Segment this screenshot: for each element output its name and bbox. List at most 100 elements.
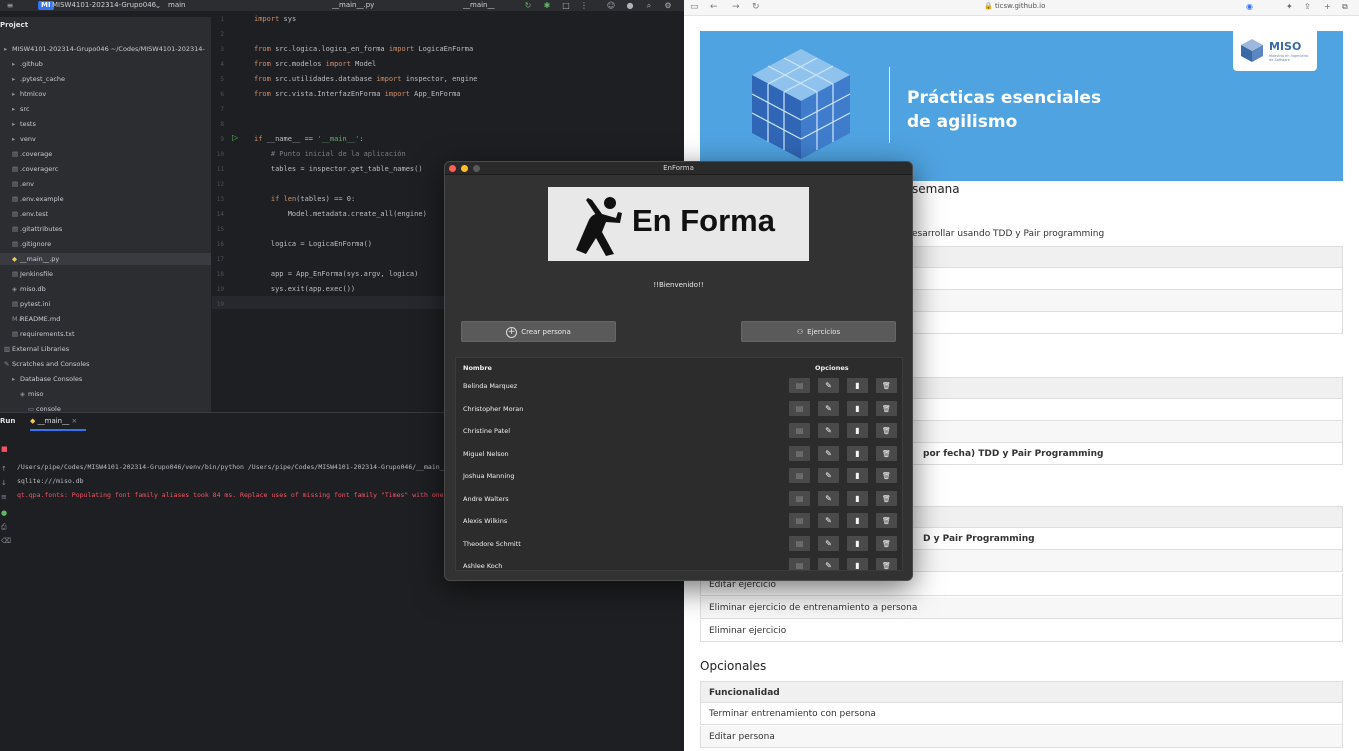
trash-button[interactable]: 🗑 bbox=[876, 513, 897, 528]
user-icon[interactable]: ☺ bbox=[605, 0, 617, 11]
project-selector[interactable]: MISW4101-202314-Grupo046 bbox=[52, 0, 156, 11]
code-line: if len(tables) == 0: bbox=[270, 195, 356, 203]
share-icon[interactable]: ⇪ bbox=[1304, 2, 1311, 11]
delete-training-button[interactable]: ▮ bbox=[847, 535, 868, 551]
edit-button[interactable]: ✎ bbox=[818, 535, 839, 551]
tree-item[interactable]: ▤ .gitignore bbox=[12, 238, 51, 250]
search-icon[interactable]: ⌕ bbox=[643, 0, 655, 11]
back-icon[interactable]: ← bbox=[710, 2, 718, 12]
exercises-button[interactable]: ⚇ Ejercicios bbox=[741, 321, 896, 342]
edit-button[interactable]: ✎ bbox=[818, 490, 839, 506]
tree-item[interactable]: ▤ requirements.txt bbox=[12, 328, 75, 340]
print-icon[interactable]: ⎙ bbox=[1, 523, 7, 532]
trash-button[interactable]: 🗑 bbox=[876, 423, 897, 438]
tree-item[interactable]: ▸ .github bbox=[12, 58, 43, 70]
tree-item[interactable]: ▸ MISW4101-202314-Grupo046 ~/Codes/MISW41… bbox=[4, 43, 205, 55]
trash-button[interactable]: 🗑 bbox=[876, 535, 897, 551]
rerun-icon[interactable]: ↻ bbox=[522, 0, 534, 11]
delete-training-button[interactable]: ▮ bbox=[847, 490, 868, 506]
report-button[interactable]: ▤ bbox=[789, 378, 810, 393]
trash-icon[interactable]: ⌫ bbox=[1, 537, 11, 545]
report-button[interactable]: ▤ bbox=[789, 468, 810, 483]
code-line: tables = inspector.get_table_names() bbox=[254, 165, 423, 173]
tree-item[interactable]: ▸ htmlcov bbox=[12, 88, 46, 100]
plugin-icon[interactable]: ● bbox=[624, 0, 636, 11]
app-titlebar[interactable]: EnForma bbox=[445, 162, 912, 175]
sidebar-toggle-icon[interactable]: ▭ bbox=[690, 2, 699, 12]
report-button[interactable]: ▤ bbox=[789, 513, 810, 528]
tree-item[interactable]: ▤ pytest.ini bbox=[12, 298, 50, 310]
report-button[interactable]: ▤ bbox=[789, 490, 810, 506]
delete-training-button[interactable]: ▮ bbox=[847, 378, 868, 393]
branch-selector[interactable]: main bbox=[168, 0, 186, 11]
menu-icon[interactable]: ≡ bbox=[4, 0, 16, 11]
edit-button[interactable]: ✎ bbox=[818, 558, 839, 570]
edit-button[interactable]: ✎ bbox=[818, 468, 839, 483]
stop-icon[interactable]: ■ bbox=[1, 445, 8, 453]
report-button[interactable]: ▤ bbox=[789, 445, 810, 461]
trash-button[interactable]: 🗑 bbox=[876, 400, 897, 416]
tree-item[interactable]: ◆ __main__.py bbox=[0, 253, 211, 265]
tree-item[interactable]: ▤ .env.example bbox=[12, 193, 64, 205]
edit-button[interactable]: ✎ bbox=[818, 378, 839, 393]
tree-item[interactable]: ◈ miso bbox=[20, 388, 44, 400]
close-icon[interactable]: × bbox=[71, 417, 77, 425]
tree-item[interactable]: ◈ miso.db bbox=[12, 283, 46, 295]
create-person-button[interactable]: + Crear persona bbox=[461, 321, 616, 342]
trash-button[interactable]: 🗑 bbox=[876, 378, 897, 393]
editor-tab-main[interactable]: __main__.py bbox=[332, 0, 374, 11]
forward-icon[interactable]: → bbox=[732, 2, 740, 12]
settings-icon[interactable]: ⚙ bbox=[662, 0, 674, 11]
run-config-selector[interactable]: __main__ bbox=[463, 0, 495, 11]
tree-item[interactable]: ▤ .env.test bbox=[12, 208, 48, 220]
trash-button[interactable]: 🗑 bbox=[876, 490, 897, 506]
delete-training-button[interactable]: ▮ bbox=[847, 558, 868, 570]
report-button[interactable]: ▤ bbox=[789, 400, 810, 416]
debug-icon[interactable]: ✱ bbox=[541, 0, 553, 11]
browser-toolbar: ▭ ← → ↻ 🔒 ticsw.github.io ◉ ✦ ⇪ + ⧉ bbox=[684, 0, 1359, 16]
scroll-up-icon[interactable]: ↑ bbox=[1, 465, 7, 473]
tree-item[interactable]: M↓README.md bbox=[12, 313, 60, 325]
report-button[interactable]: ▤ bbox=[789, 423, 810, 438]
edit-button[interactable]: ✎ bbox=[818, 513, 839, 528]
report-button[interactable]: ▤ bbox=[789, 535, 810, 551]
delete-training-button[interactable]: ▮ bbox=[847, 445, 868, 461]
reload-icon[interactable]: ↻ bbox=[752, 2, 760, 12]
edit-button[interactable]: ✎ bbox=[818, 400, 839, 416]
tree-item[interactable]: ▸ tests bbox=[12, 118, 36, 130]
delete-training-button[interactable]: ▮ bbox=[847, 468, 868, 483]
person-name: Alexis Wilkins bbox=[463, 517, 508, 525]
tree-item[interactable]: ▤ .coveragerc bbox=[12, 163, 58, 175]
tree-item[interactable]: ▸ .pytest_cache bbox=[12, 73, 65, 85]
tree-item[interactable]: ✎ Scratches and Consoles bbox=[4, 358, 90, 370]
wrap-icon[interactable]: ≡ bbox=[1, 493, 7, 501]
tree-item[interactable]: ▥ External Libraries bbox=[4, 343, 69, 355]
tree-item[interactable]: ▤ .gitattributes bbox=[12, 223, 62, 235]
extension-icon[interactable]: ✦ bbox=[1286, 2, 1293, 11]
edit-button[interactable]: ✎ bbox=[818, 445, 839, 461]
tree-item[interactable]: ▤ .coverage bbox=[12, 148, 52, 160]
tree-item[interactable]: ▸ venv bbox=[12, 133, 36, 145]
delete-training-button[interactable]: ▮ bbox=[847, 423, 868, 438]
tabs-icon[interactable]: ⧉ bbox=[1342, 2, 1348, 12]
trash-button[interactable]: 🗑 bbox=[876, 445, 897, 461]
stop-icon[interactable]: □ bbox=[560, 0, 572, 11]
run-tab-main[interactable]: ◆ __main__ × bbox=[30, 417, 86, 431]
trash-button[interactable]: 🗑 bbox=[876, 558, 897, 570]
delete-training-button[interactable]: ▮ bbox=[847, 513, 868, 528]
more-icon[interactable]: ⋮ bbox=[578, 0, 590, 11]
rerun-icon[interactable]: ● bbox=[1, 509, 7, 517]
tree-item[interactable]: ▸ Database Consoles bbox=[12, 373, 82, 385]
address-bar[interactable]: 🔒 ticsw.github.io bbox=[984, 2, 1045, 10]
new-tab-icon[interactable]: + bbox=[1324, 2, 1331, 11]
extension-icon[interactable]: ◉ bbox=[1246, 2, 1253, 11]
tree-item[interactable]: ▤ .env bbox=[12, 178, 34, 190]
delete-training-button[interactable]: ▮ bbox=[847, 400, 868, 416]
tree-item[interactable]: ▸ src bbox=[12, 103, 30, 115]
trash-button[interactable]: 🗑 bbox=[876, 468, 897, 483]
tree-item[interactable]: ▤ Jenkinsfile bbox=[12, 268, 53, 280]
run-gutter-icon[interactable]: ▷ bbox=[232, 133, 238, 142]
scroll-down-icon[interactable]: ↓ bbox=[1, 479, 7, 487]
report-button[interactable]: ▤ bbox=[789, 558, 810, 570]
edit-button[interactable]: ✎ bbox=[818, 423, 839, 438]
